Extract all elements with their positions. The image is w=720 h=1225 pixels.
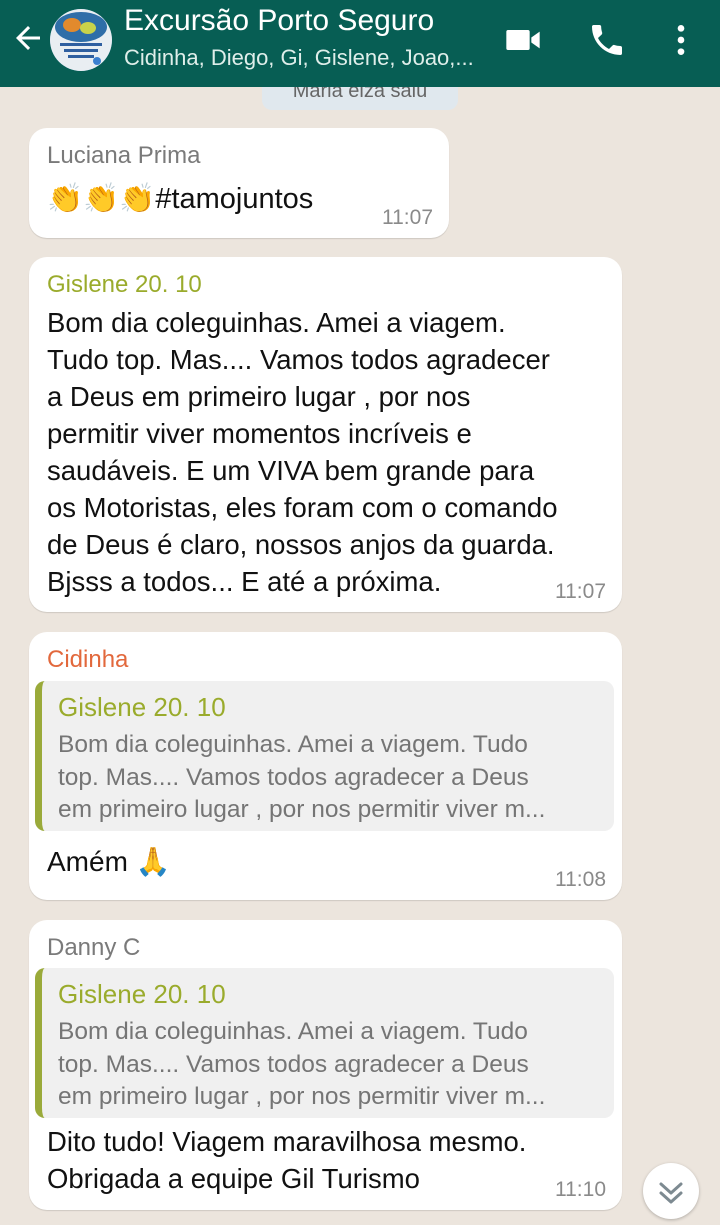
- quoted-line: top. Mas.... Vamos todos agradecer a Deu…: [58, 1050, 529, 1078]
- message-sender[interactable]: Gislene 20. 10: [47, 271, 202, 299]
- message-bubble[interactable]: Cidinha Gislene 20. 10 Bom dia coleguinh…: [29, 632, 622, 900]
- message-line: a Deus em primeiro lugar , por nos: [47, 381, 471, 412]
- message-sender[interactable]: Luciana Prima: [47, 142, 200, 170]
- quoted-message[interactable]: Gislene 20. 10 Bom dia coleguinhas. Amei…: [35, 681, 614, 831]
- quoted-line: Bom dia coleguinhas. Amei a viagem. Tudo: [58, 731, 528, 758]
- quoted-line: Bom dia coleguinhas. Amei a viagem. Tudo: [58, 1018, 528, 1045]
- message-line: os Motoristas, eles foram com o comando: [47, 492, 558, 523]
- message-line: Obrigada a equipe Gil Turismo: [47, 1163, 420, 1194]
- quoted-sender: Gislene 20. 10: [58, 979, 226, 1009]
- back-arrow-icon[interactable]: [10, 20, 46, 56]
- message-line: Tudo top. Mas.... Vamos todos agradecer: [47, 344, 550, 375]
- message-line: Dito tudo! Viagem maravilhosa mesmo.: [47, 1126, 527, 1157]
- message-sender[interactable]: Cidinha: [47, 646, 128, 674]
- quoted-line: em primeiro lugar , por nos permitir viv…: [58, 796, 546, 823]
- more-options-icon[interactable]: [661, 20, 701, 60]
- chat-participants[interactable]: Cidinha, Diego, Gi, Gislene, Joao,...: [124, 45, 474, 71]
- quoted-sender: Gislene 20. 10: [58, 692, 226, 722]
- message-bubble[interactable]: Luciana Prima 👏👏👏#tamojuntos 11:07: [29, 128, 449, 238]
- chat-header: Excursão Porto Seguro Cidinha, Diego, Gi…: [0, 0, 720, 87]
- message-text: Bom dia coleguinhas. Amei a viagem. Tudo…: [47, 304, 557, 600]
- message-line: de Deus é claro, nossos anjos da guarda.: [47, 529, 555, 560]
- message-bubble[interactable]: Danny C Gislene 20. 10 Bom dia coleguinh…: [29, 920, 622, 1210]
- message-text: 👏👏👏#tamojuntos: [47, 183, 314, 215]
- video-call-icon[interactable]: [503, 20, 543, 60]
- message-bubble[interactable]: Gislene 20. 10 Bom dia coleguinhas. Amei…: [29, 257, 622, 612]
- message-text: Dito tudo! Viagem maravilhosa mesmo. Obr…: [47, 1123, 526, 1197]
- message-line: Bjsss a todos... E até a próxima.: [47, 566, 442, 597]
- message-time: 11:07: [555, 580, 606, 603]
- group-avatar[interactable]: [50, 9, 112, 71]
- message-time: 11:07: [382, 206, 433, 229]
- message-line: Bom dia coleguinhas. Amei a viagem.: [47, 307, 506, 338]
- message-line: permitir viver momentos incríveis e: [47, 418, 472, 449]
- chat-title[interactable]: Excursão Porto Seguro: [124, 4, 434, 38]
- message-time: 11:08: [555, 868, 606, 891]
- quoted-line: em primeiro lugar , por nos permitir viv…: [58, 1083, 546, 1110]
- message-time: 11:10: [555, 1178, 606, 1201]
- scroll-to-bottom-button[interactable]: [643, 1163, 699, 1219]
- quoted-line: top. Mas.... Vamos todos agradecer a Deu…: [58, 763, 529, 791]
- quoted-text: Bom dia coleguinhas. Amei a viagem. Tudo…: [58, 1016, 596, 1114]
- quoted-text: Bom dia coleguinhas. Amei a viagem. Tudo…: [58, 729, 596, 827]
- voice-call-icon[interactable]: [587, 20, 627, 60]
- quoted-message[interactable]: Gislene 20. 10 Bom dia coleguinhas. Amei…: [35, 968, 614, 1118]
- double-chevron-down-icon: [659, 1182, 683, 1204]
- message-text: Amém 🙏: [47, 846, 171, 877]
- message-line: saudáveis. E um VIVA bem grande para: [47, 455, 535, 486]
- message-sender[interactable]: Danny C: [47, 934, 140, 962]
